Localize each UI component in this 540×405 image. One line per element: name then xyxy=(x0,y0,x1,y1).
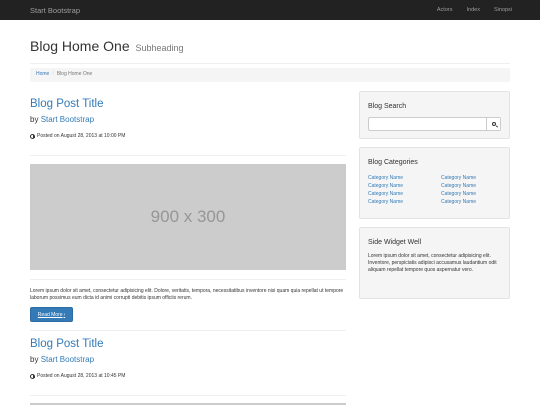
page-title: Blog Home One Subheading xyxy=(30,38,510,54)
post-image-placeholder: 900 x 300 xyxy=(30,164,346,270)
clock-icon xyxy=(30,373,36,379)
page-subtitle: Subheading xyxy=(135,43,184,53)
search-input[interactable] xyxy=(368,117,501,131)
nav-link-actors[interactable]: Actors xyxy=(437,7,453,13)
blog-categories-title: Blog Categories xyxy=(368,159,418,166)
clock-icon xyxy=(30,133,36,139)
category-link[interactable]: Category Name xyxy=(368,198,403,206)
side-widget-well: Side Widget Well Lorem ipsum dolor sit a… xyxy=(359,227,510,299)
breadcrumb-home-link[interactable]: Home xyxy=(36,71,49,77)
post-divider xyxy=(30,330,346,331)
post-author-line: by Start Bootstrap xyxy=(30,115,346,124)
nav-link-sinopsi[interactable]: Sinopsi xyxy=(494,7,512,13)
blog-post-2: Blog Post Title by Start Bootstrap Poste… xyxy=(30,338,346,379)
category-link[interactable]: Category Name xyxy=(368,190,403,198)
breadcrumb: Home / Blog Home One xyxy=(30,68,510,82)
blog-post-1: Blog Post Title by Start Bootstrap Poste… xyxy=(30,98,346,139)
post-excerpt: Lorem ipsum dolor sit amet, consectetur … xyxy=(30,288,344,301)
category-link[interactable]: Category Name xyxy=(441,182,476,190)
side-widget-text: Lorem ipsum dolor sit amet, consectetur … xyxy=(368,253,497,273)
category-list-left: Category Name Category Name Category Nam… xyxy=(368,174,403,206)
post-title-link[interactable]: Blog Post Title xyxy=(30,338,346,350)
read-more-button[interactable]: Read More › xyxy=(30,307,73,322)
post-divider xyxy=(30,155,346,156)
image-placeholder-label: 900 x 300 xyxy=(150,207,226,226)
post-date-text: Posted on August 28, 2013 at 10:00 PM xyxy=(37,133,126,139)
navbar-links: Actors Index Sinopsi xyxy=(437,7,512,13)
top-navbar: Start Bootstrap Actors Index Sinopsi xyxy=(0,0,540,20)
category-link[interactable]: Category Name xyxy=(441,198,476,206)
post-date: Posted on August 28, 2013 at 10:00 PM xyxy=(30,133,346,139)
search-button[interactable] xyxy=(486,118,500,130)
chevron-right-icon: › xyxy=(63,311,66,318)
breadcrumb-current: Blog Home One xyxy=(56,71,93,77)
post-author-link[interactable]: Start Bootstrap xyxy=(41,115,94,124)
category-list-right: Category Name Category Name Category Nam… xyxy=(441,174,476,206)
blog-categories-well: Blog Categories Category Name Category N… xyxy=(359,147,510,219)
blog-search-title: Blog Search xyxy=(368,103,407,110)
category-link[interactable]: Category Name xyxy=(441,174,476,182)
post-date-text: Posted on August 28, 2013 at 10:45 PM xyxy=(37,373,126,379)
page-title-text: Blog Home One xyxy=(30,38,130,54)
post-date: Posted on August 28, 2013 at 10:45 PM xyxy=(30,373,346,379)
category-link[interactable]: Category Name xyxy=(368,182,403,190)
breadcrumb-separator: / xyxy=(52,71,54,77)
header-divider xyxy=(30,63,510,64)
post-divider xyxy=(30,395,346,396)
post-author-link[interactable]: Start Bootstrap xyxy=(41,355,94,364)
read-more-label: Read More xyxy=(37,311,63,318)
blog-search-well: Blog Search xyxy=(359,91,510,139)
post-author-line: by Start Bootstrap xyxy=(30,355,346,364)
side-widget-title: Side Widget Well xyxy=(368,239,422,246)
page-header: Blog Home One Subheading xyxy=(30,38,510,60)
post-divider xyxy=(30,279,346,280)
search-icon xyxy=(491,122,496,126)
nav-link-index[interactable]: Index xyxy=(466,7,479,13)
post-by-label: by xyxy=(30,115,39,124)
post-title-link[interactable]: Blog Post Title xyxy=(30,98,346,110)
category-link[interactable]: Category Name xyxy=(368,174,403,182)
navbar-brand[interactable]: Start Bootstrap xyxy=(30,6,80,15)
category-link[interactable]: Category Name xyxy=(441,190,476,198)
post-by-label: by xyxy=(30,355,39,364)
